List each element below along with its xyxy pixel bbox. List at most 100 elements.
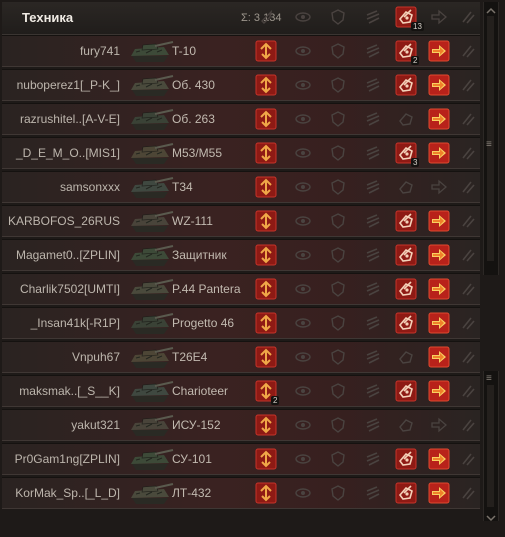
damage-icon <box>255 142 277 164</box>
vehicle-row[interactable]: samsonxxx T34 <box>2 171 480 203</box>
arrow-kill-icon <box>428 142 450 164</box>
radio-icon <box>457 74 479 96</box>
count-badge: 2 <box>411 56 420 65</box>
shield-icon <box>327 142 349 164</box>
arrow-kill-icon <box>428 40 450 62</box>
vehicle-name: T-10 <box>172 44 197 58</box>
shield-icon <box>327 74 349 96</box>
player-name: _D_E_M_O..[MIS1] <box>15 146 120 160</box>
player-name: fury741 <box>79 44 120 58</box>
tank-damage-icon <box>395 244 417 266</box>
scroll-up-arrow[interactable] <box>484 3 498 14</box>
vehicle-row[interactable]: KARBOFOS_26RUS WZ-111 <box>2 205 480 237</box>
arrow-kill-icon <box>428 278 450 300</box>
player-name: Pr0Gam1ng[ZPLIN] <box>14 452 120 466</box>
spot-eye-icon <box>292 142 314 164</box>
tank-damage-icon: 3 <box>395 142 420 167</box>
scroll-grip-icon[interactable]: ≡ <box>486 374 492 384</box>
tank-thumbnail <box>126 207 174 235</box>
damage-icon <box>255 414 277 436</box>
player-name: _Insan41k[-R1P] <box>30 316 120 330</box>
player-name: maksmak..[_S__K] <box>19 384 120 398</box>
vehicle-name: WZ-111 <box>172 214 213 228</box>
vehicle-row[interactable]: KorMak_Sp..[_L_D] ЛТ-432 <box>2 477 480 509</box>
tank-thumbnail <box>126 479 174 507</box>
vehicle-row[interactable]: yakut321 ИСУ-152 <box>2 409 480 441</box>
damage-icon <box>255 244 277 266</box>
tracks-icon <box>362 414 384 436</box>
vehicle-row[interactable]: Pr0Gam1ng[ZPLIN] СУ-101 <box>2 443 480 475</box>
tracks-icon <box>362 244 384 266</box>
vehicle-name: Progetto 46 <box>172 316 235 330</box>
player-name: yakut321 <box>71 418 120 432</box>
tracks-icon <box>362 380 384 402</box>
tank-damage-icon <box>395 380 417 402</box>
damage-icon <box>255 346 277 368</box>
scrollbar-top[interactable]: ≡ <box>483 2 499 275</box>
spot-eye-icon <box>292 6 314 28</box>
tank-thumbnail <box>126 411 174 439</box>
tank-damage-icon <box>395 74 417 96</box>
scroll-grip-icon[interactable]: ≡ <box>486 140 492 150</box>
vehicle-row[interactable]: fury741 T-10 2 <box>2 35 480 67</box>
arrow-kill-icon <box>428 244 450 266</box>
tank-thumbnail <box>126 139 174 167</box>
spot-eye-icon <box>292 414 314 436</box>
player-name: Magamet0..[ZPLIN] <box>15 248 120 262</box>
tracks-icon <box>362 74 384 96</box>
radio-icon <box>457 176 479 198</box>
vehicle-row[interactable]: _Insan41k[-R1P] Progetto 46 <box>2 307 480 339</box>
vehicle-name: T26E4 <box>172 350 208 364</box>
arrow-kill-icon <box>428 176 450 198</box>
shield-icon <box>327 312 349 334</box>
count-badge: 3 <box>411 158 420 167</box>
tracks-icon <box>362 40 384 62</box>
tank-damage-icon <box>395 278 417 300</box>
tank-damage-icon: 13 <box>395 6 424 31</box>
radio-icon <box>457 278 479 300</box>
damage-icon <box>255 210 277 232</box>
scroll-down-arrow[interactable] <box>484 510 498 522</box>
radio-icon <box>457 108 479 130</box>
vehicle-name: P.44 Pantera <box>172 282 241 296</box>
panel-header: Техника Σ: 3 134 13 <box>2 2 480 35</box>
radio-icon <box>457 414 479 436</box>
radio-icon <box>457 142 479 164</box>
arrow-kill-icon <box>428 414 450 436</box>
spot-eye-icon <box>292 244 314 266</box>
count-badge: 2 <box>271 396 280 405</box>
radio-icon <box>457 346 479 368</box>
vehicle-row[interactable]: razrushitel..[A-V-E] Об. 263 <box>2 103 480 135</box>
player-name: KARBOFOS_26RUS <box>7 214 120 228</box>
tank-damage-icon <box>395 414 417 436</box>
tracks-icon <box>362 278 384 300</box>
player-name: Charlik7502[UMTI] <box>19 282 120 296</box>
spot-eye-icon <box>292 278 314 300</box>
damage-icon <box>255 176 277 198</box>
spot-eye-icon <box>292 210 314 232</box>
arrow-kill-icon <box>428 312 450 334</box>
scrollbar-bottom[interactable]: ≡ <box>483 371 499 522</box>
vehicle-row[interactable]: Vnpuh67 T26E4 <box>2 341 480 373</box>
tank-thumbnail <box>126 309 174 337</box>
spot-eye-icon <box>292 108 314 130</box>
vehicle-row[interactable]: maksmak..[_S__K] Charioteer 2 <box>2 375 480 407</box>
tank-damage-icon: 2 <box>395 40 420 65</box>
spot-eye-icon <box>292 482 314 504</box>
scroll-track[interactable] <box>487 385 494 507</box>
shield-icon <box>327 448 349 470</box>
tank-thumbnail <box>126 343 174 371</box>
vehicle-row[interactable]: Magamet0..[ZPLIN] Защитник <box>2 239 480 271</box>
tank-thumbnail <box>126 105 174 133</box>
shield-icon <box>327 244 349 266</box>
vehicle-name: T34 <box>172 180 193 194</box>
vehicle-row[interactable]: Charlik7502[UMTI] P.44 Pantera <box>2 273 480 305</box>
spot-eye-icon <box>292 312 314 334</box>
vehicle-name: Защитник <box>172 248 227 262</box>
damage-icon <box>255 312 277 334</box>
tracks-icon <box>362 482 384 504</box>
radio-icon <box>457 482 479 504</box>
vehicle-row[interactable]: nuboperez1[_P-K_] Об. 430 <box>2 69 480 101</box>
tank-damage-icon <box>395 482 417 504</box>
vehicle-row[interactable]: _D_E_M_O..[MIS1] M53/M55 3 <box>2 137 480 169</box>
